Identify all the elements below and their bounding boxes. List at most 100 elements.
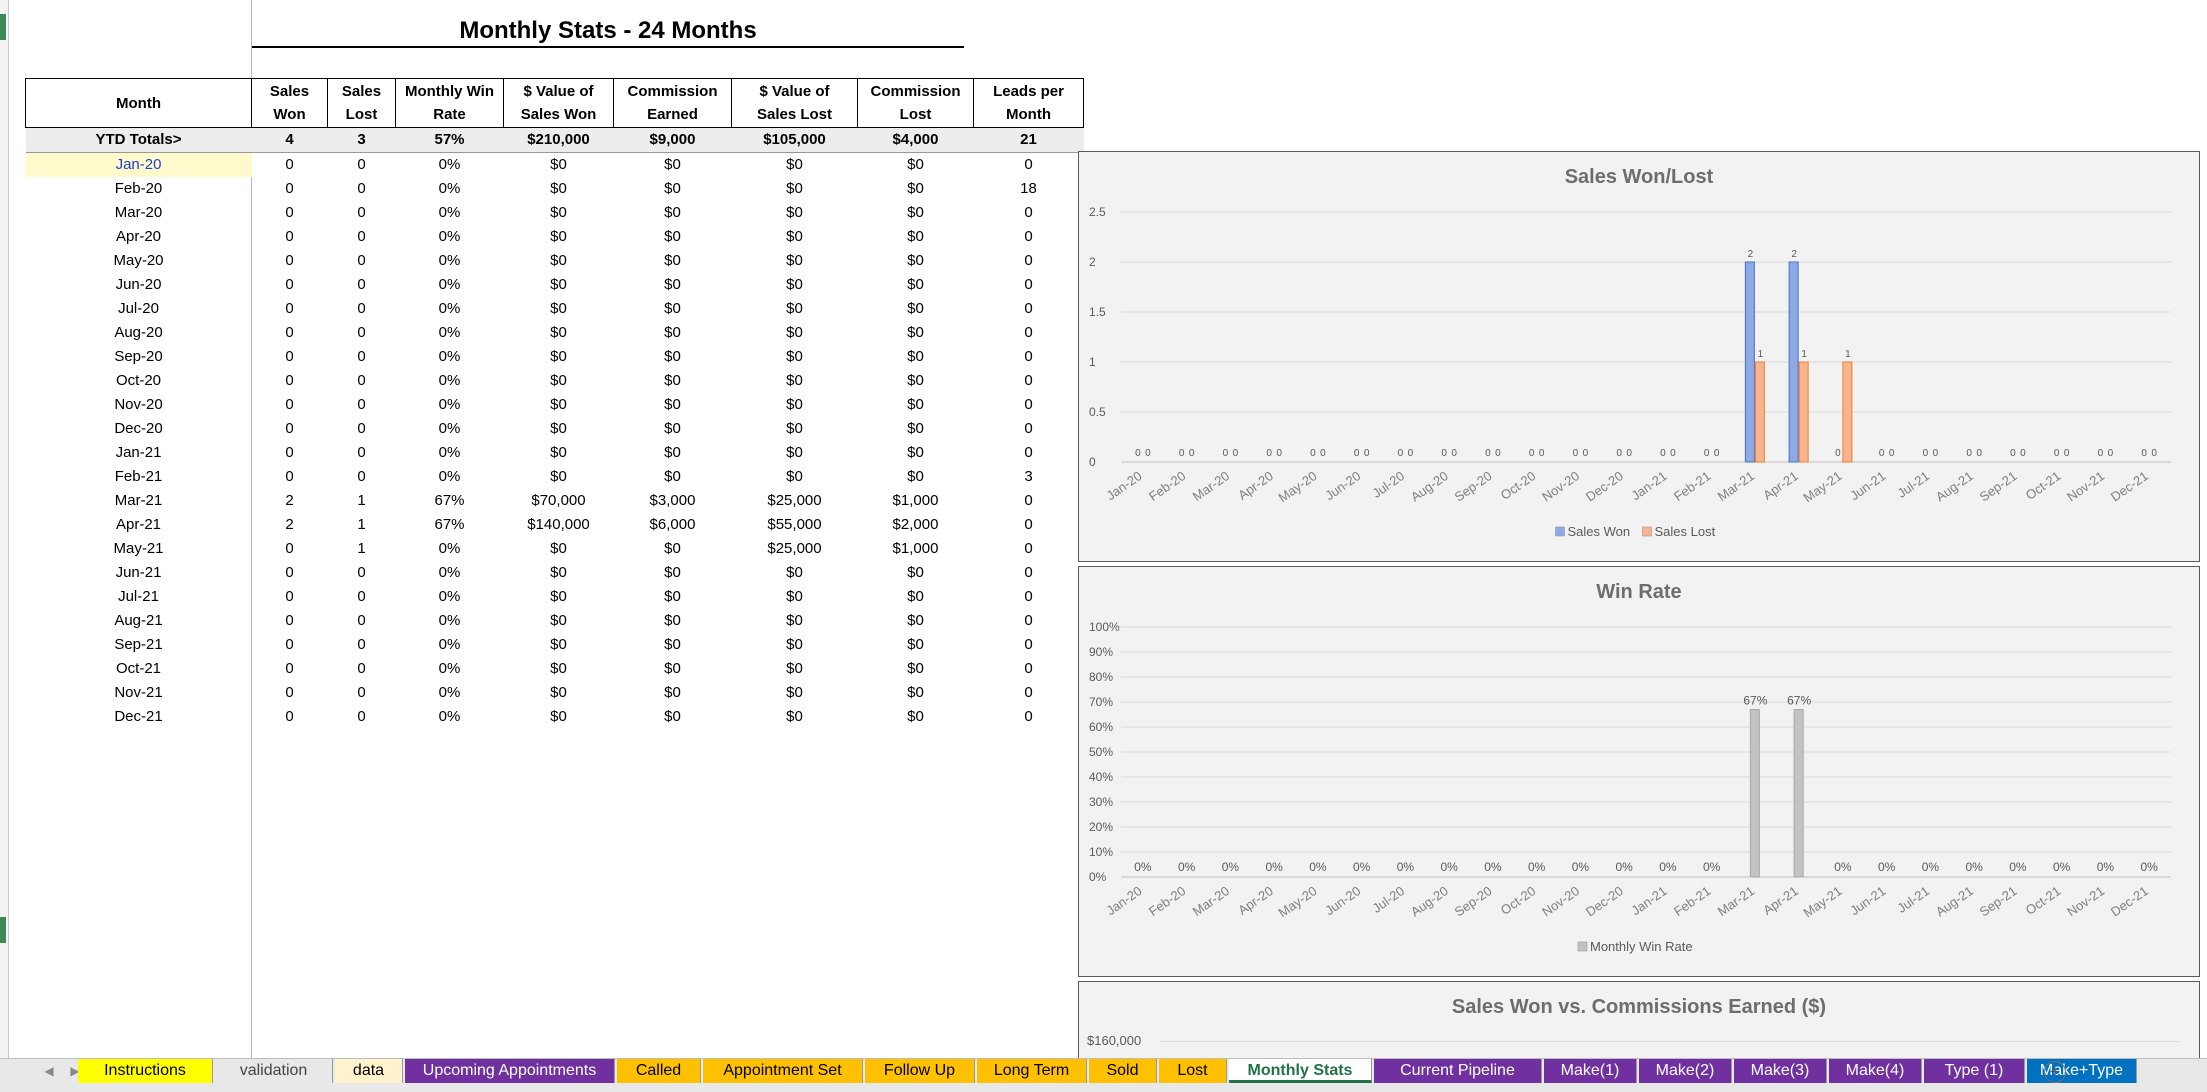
table-cell[interactable]: 0 [252,417,328,441]
table-cell[interactable]: $0 [732,153,858,178]
table-cell[interactable]: $0 [614,369,732,393]
table-cell[interactable]: $0 [614,249,732,273]
table-cell[interactable]: $0 [858,177,974,201]
win-rate-chart[interactable]: Win Rate 0% 10% 20% 30% 40% 50% 60% 70% 80% 90% 10… [1078,566,2200,977]
table-cell[interactable]: 18 [974,177,1084,201]
table-cell[interactable]: $0 [732,633,858,657]
table-cell[interactable]: 0 [974,345,1084,369]
table-cell[interactable]: 0 [328,321,396,345]
table-cell[interactable]: 0 [328,273,396,297]
table-cell[interactable]: 0 [252,681,328,705]
table-cell[interactable]: $0 [614,201,732,225]
month-cell[interactable]: Mar-20 [26,201,252,225]
sheet-tab[interactable]: Monthly Stats [1229,1059,1372,1083]
month-cell[interactable]: Apr-21 [26,513,252,537]
month-cell[interactable]: Nov-20 [26,393,252,417]
table-cell[interactable]: 0 [974,705,1084,729]
table-cell[interactable]: 0 [252,609,328,633]
table-cell[interactable]: $0 [504,537,614,561]
sheet-tab[interactable]: data [335,1059,403,1083]
month-cell[interactable]: Aug-21 [26,609,252,633]
table-cell[interactable]: 0 [974,441,1084,465]
table-cell[interactable]: $0 [858,585,974,609]
table-cell[interactable]: 3 [974,465,1084,489]
table-cell[interactable]: $0 [858,609,974,633]
month-cell[interactable]: Jan-21 [26,441,252,465]
column-header[interactable]: $ Value of Sales Lost [731,78,858,128]
table-cell[interactable]: $0 [858,273,974,297]
table-cell[interactable]: 0 [974,537,1084,561]
table-cell[interactable]: 0 [974,297,1084,321]
table-cell[interactable]: $0 [732,657,858,681]
worksheet[interactable]: Monthly Stats - 24 Months Month Sales Won S… [0,0,2207,1058]
table-cell[interactable]: $0 [614,153,732,178]
plus-circle-icon[interactable]: + [2044,1061,2066,1083]
table-cell[interactable]: 0 [252,561,328,585]
sheet-tab[interactable]: Upcoming Appointments [405,1059,615,1083]
table-cell[interactable]: 0 [328,417,396,441]
table-cell[interactable]: 0 [974,513,1084,537]
sheet-tab[interactable]: Follow Up [865,1059,975,1083]
column-header[interactable]: Sales Won [251,78,328,128]
table-cell[interactable]: $0 [858,201,974,225]
table-cell[interactable]: $0 [504,201,614,225]
table-cell[interactable]: $0 [858,441,974,465]
sheet-tab[interactable]: Make(3) [1734,1059,1827,1083]
table-cell[interactable]: 0 [328,393,396,417]
sheet-tab[interactable]: Called [617,1059,701,1083]
sheet-tab[interactable]: Sold [1089,1059,1157,1083]
table-cell[interactable]: 0 [328,465,396,489]
table-cell[interactable]: $0 [858,225,974,249]
table-cell[interactable]: $0 [614,465,732,489]
month-cell[interactable]: Jun-21 [26,561,252,585]
month-cell[interactable]: Oct-20 [26,369,252,393]
table-cell[interactable]: $0 [858,345,974,369]
month-cell[interactable]: May-20 [26,249,252,273]
table-cell[interactable]: 0 [328,657,396,681]
table-cell[interactable]: 0% [396,633,504,657]
table-cell[interactable]: 0 [252,345,328,369]
month-cell[interactable]: Jul-20 [26,297,252,321]
table-cell[interactable]: $0 [504,417,614,441]
table-cell[interactable]: $0 [858,153,974,178]
table-cell[interactable]: $0 [614,681,732,705]
table-cell[interactable]: $0 [732,225,858,249]
table-cell[interactable]: 0 [252,177,328,201]
table-cell[interactable]: $140,000 [504,513,614,537]
table-cell[interactable]: $0 [504,465,614,489]
table-cell[interactable]: 0% [396,681,504,705]
month-cell[interactable]: Jul-21 [26,585,252,609]
month-cell[interactable]: May-21 [26,537,252,561]
table-cell[interactable]: $25,000 [732,489,858,513]
table-cell[interactable]: 0 [252,297,328,321]
table-cell[interactable]: $0 [858,657,974,681]
sheet-tab[interactable]: Long Term [977,1059,1087,1083]
table-cell[interactable]: $0 [858,297,974,321]
table-cell[interactable]: 0 [974,681,1084,705]
table-cell[interactable]: $0 [614,393,732,417]
table-cell[interactable]: $0 [732,345,858,369]
table-cell[interactable]: 0% [396,585,504,609]
sheet-tab[interactable]: Instructions [78,1059,213,1083]
table-cell[interactable]: $0 [614,633,732,657]
table-cell[interactable]: $0 [614,585,732,609]
table-cell[interactable]: $0 [858,681,974,705]
table-cell[interactable]: 0% [396,273,504,297]
table-cell[interactable]: $0 [732,297,858,321]
table-cell[interactable]: 1 [328,513,396,537]
table-cell[interactable]: 0% [396,201,504,225]
table-cell[interactable]: 0% [396,177,504,201]
sheet-tab[interactable]: validation [215,1059,333,1083]
totals-cell[interactable]: 57% [395,127,504,153]
table-cell[interactable]: $6,000 [614,513,732,537]
table-cell[interactable]: 0 [974,585,1084,609]
table-cell[interactable]: 0 [252,393,328,417]
table-cell[interactable]: 0% [396,393,504,417]
sheet-tab[interactable]: Appointment Set [703,1059,863,1083]
sales-won-lost-chart[interactable]: Sales Won/Lost 0 0.5 1 1.5 2 2.5 0 0 Jan-20 0 0 Feb… [1078,151,2200,562]
totals-label[interactable]: YTD Totals> [25,127,252,153]
table-cell[interactable]: 0 [328,585,396,609]
table-cell[interactable]: $0 [858,249,974,273]
sheet-tab[interactable]: Type (1) [1924,1059,2025,1083]
table-cell[interactable]: $0 [504,153,614,178]
